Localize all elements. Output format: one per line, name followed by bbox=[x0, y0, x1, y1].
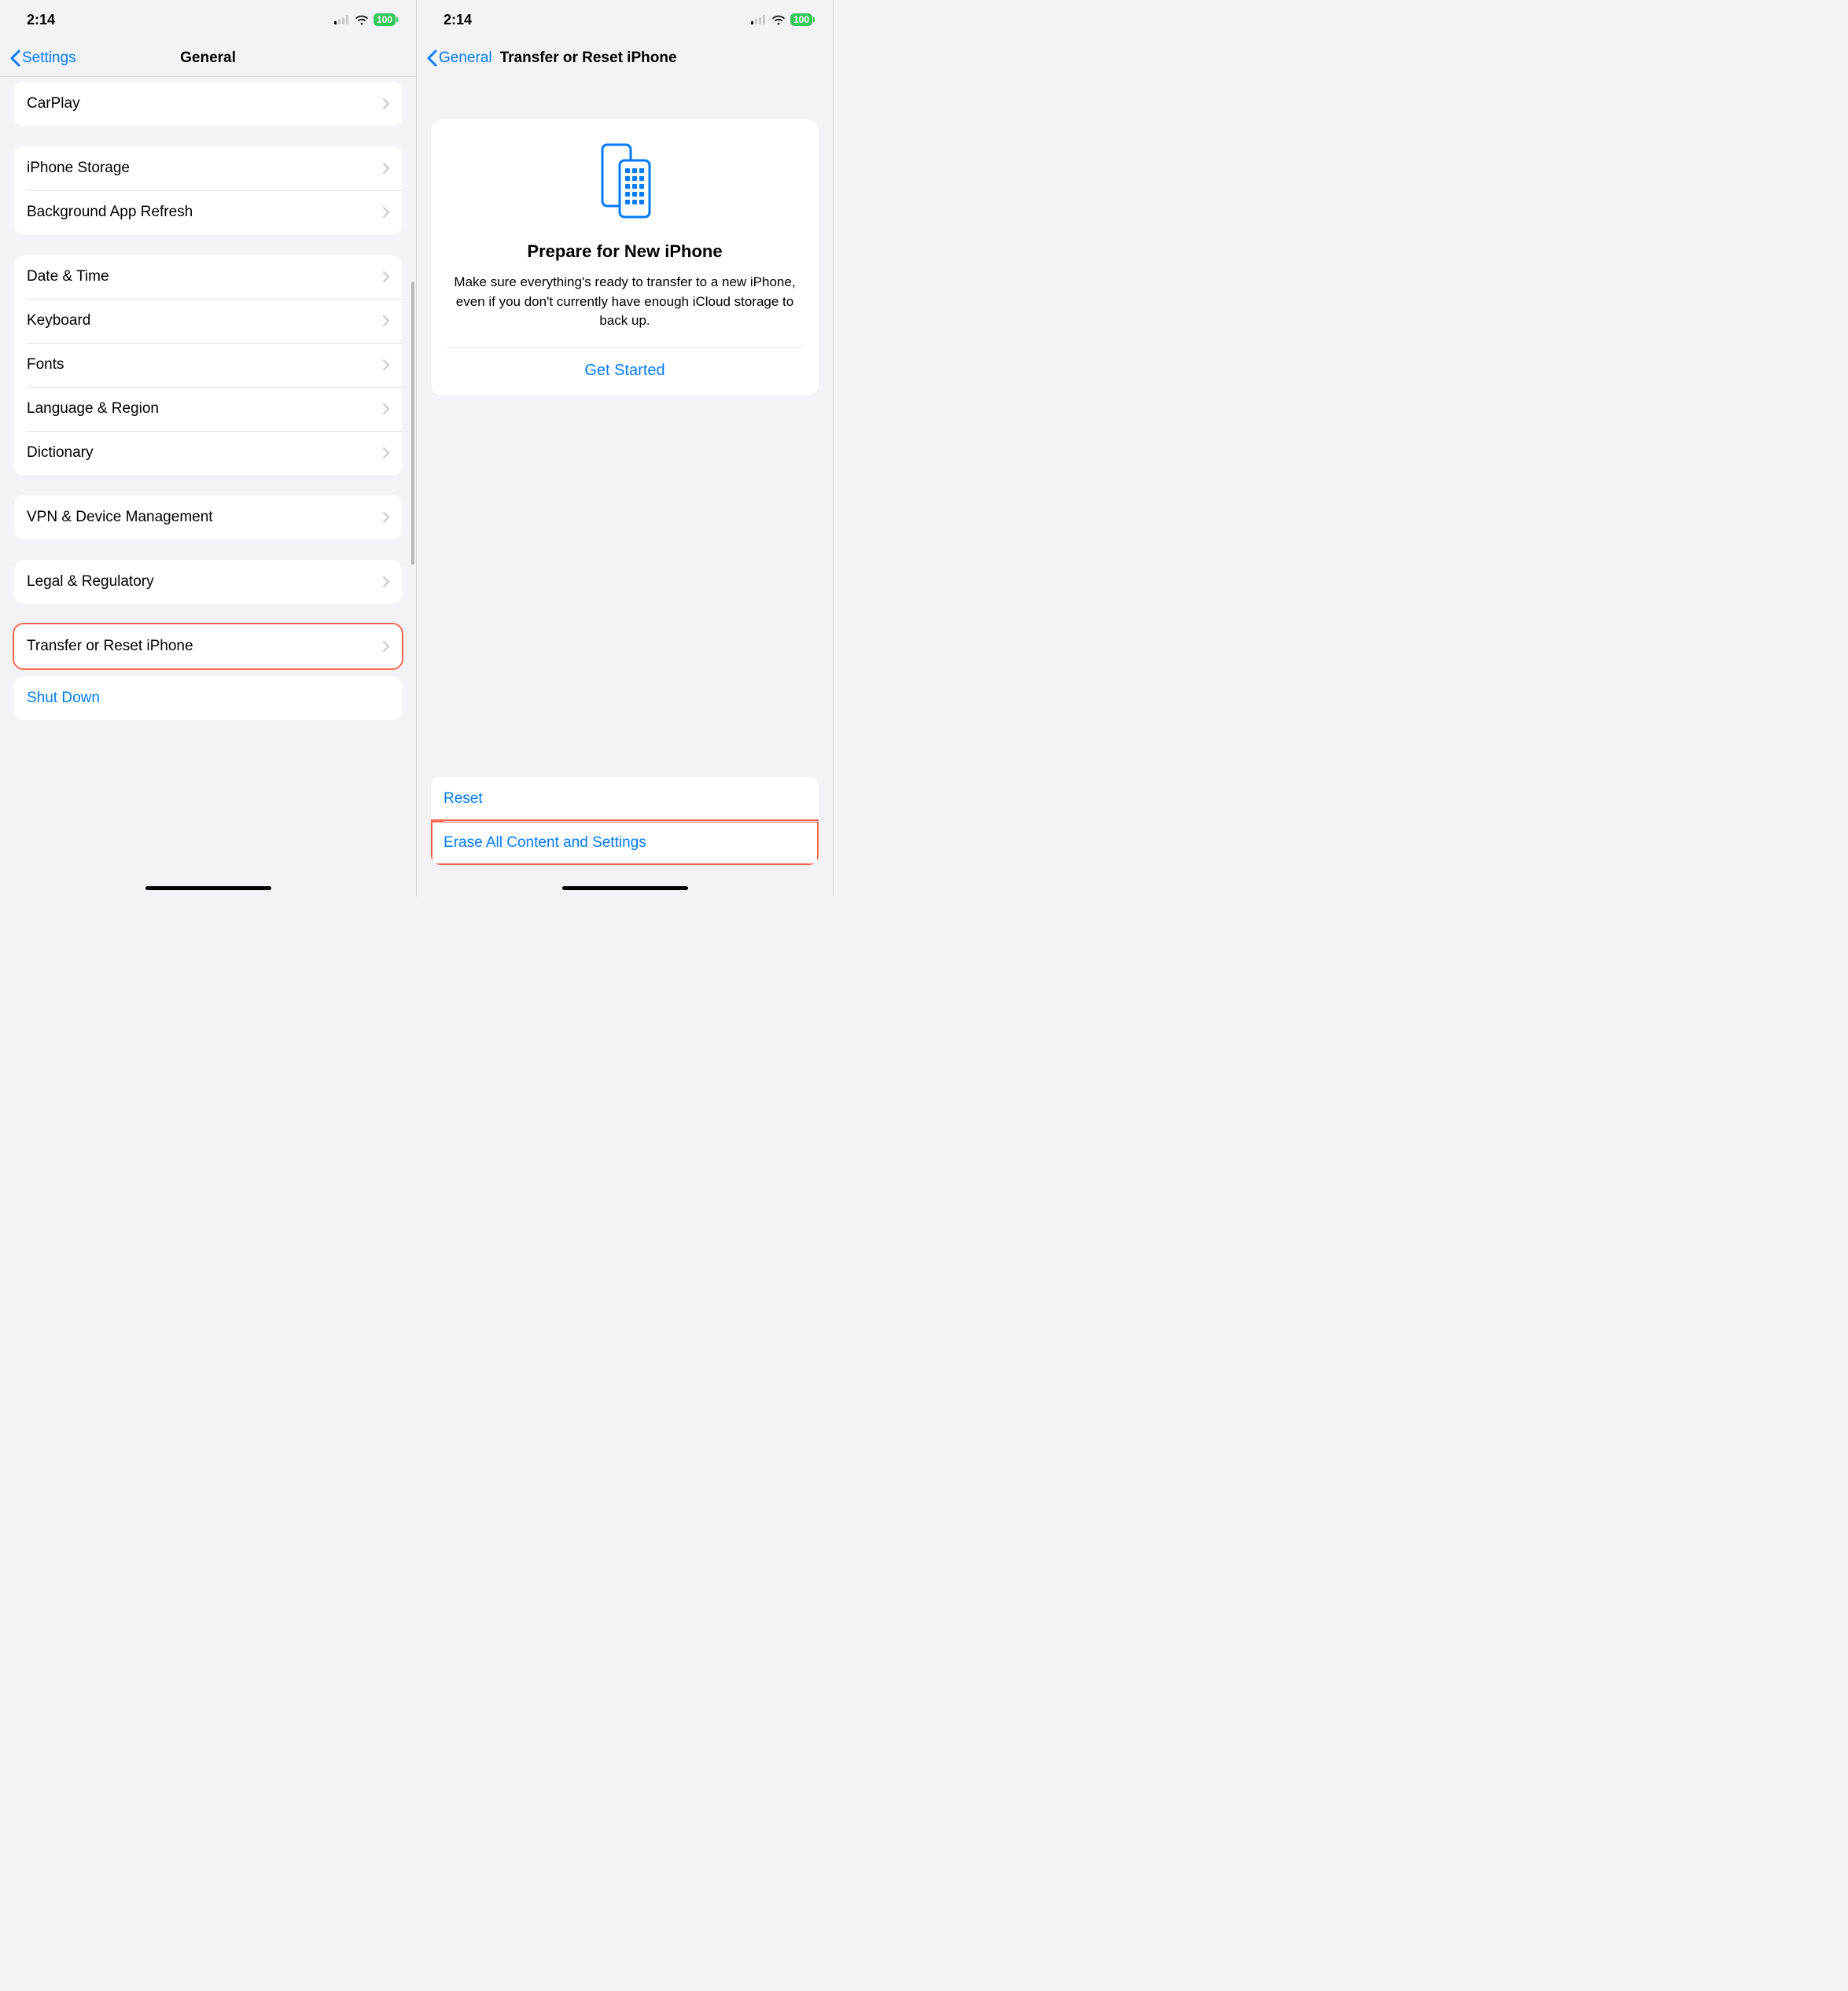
wifi-icon bbox=[355, 15, 369, 25]
chevron-right-icon bbox=[383, 512, 389, 523]
status-icons: 100 bbox=[751, 13, 812, 26]
back-button[interactable]: General bbox=[426, 50, 492, 67]
group-legal: Legal & Regulatory bbox=[14, 560, 402, 604]
row-label: CarPlay bbox=[27, 95, 80, 112]
general-settings-screen: 2:14 100 Settings General CarPlay bbox=[0, 0, 417, 896]
chevron-right-icon bbox=[383, 207, 389, 218]
settings-list[interactable]: CarPlay iPhone Storage Background App Re… bbox=[0, 77, 416, 896]
row-vpn-device-management[interactable]: VPN & Device Management bbox=[14, 495, 402, 539]
chevron-left-icon bbox=[426, 50, 437, 67]
page-title: General bbox=[180, 50, 236, 67]
transfer-reset-content: Prepare for New iPhone Make sure everyth… bbox=[417, 77, 833, 896]
prepare-new-iphone-card: Prepare for New iPhone Make sure everyth… bbox=[431, 120, 819, 396]
scrollbar[interactable] bbox=[411, 282, 414, 565]
card-heading: Prepare for New iPhone bbox=[447, 241, 803, 262]
row-label: Date & Time bbox=[27, 268, 109, 285]
group-reset-actions: Reset Erase All Content and Settings bbox=[431, 777, 819, 865]
row-dictionary[interactable]: Dictionary bbox=[14, 431, 402, 475]
row-label: Fonts bbox=[27, 356, 64, 374]
row-carplay[interactable]: CarPlay bbox=[14, 82, 402, 126]
nav-header: Settings General bbox=[0, 39, 416, 77]
battery-indicator: 100 bbox=[790, 13, 812, 26]
back-button[interactable]: Settings bbox=[9, 50, 76, 67]
group-transfer-reset: Transfer or Reset iPhone bbox=[14, 624, 402, 668]
status-time: 2:14 bbox=[27, 12, 55, 28]
home-indicator[interactable] bbox=[562, 886, 688, 890]
row-label: Legal & Regulatory bbox=[27, 573, 154, 591]
content-area: CarPlay iPhone Storage Background App Re… bbox=[0, 77, 416, 896]
row-label: Shut Down bbox=[27, 690, 100, 707]
home-indicator[interactable] bbox=[145, 886, 271, 890]
row-shut-down[interactable]: Shut Down bbox=[14, 676, 402, 720]
content-area: Prepare for New iPhone Make sure everyth… bbox=[417, 77, 833, 896]
status-bar: 2:14 100 bbox=[417, 0, 833, 39]
row-iphone-storage[interactable]: iPhone Storage bbox=[14, 146, 402, 190]
row-label: Keyboard bbox=[27, 312, 90, 329]
cellular-signal-icon bbox=[334, 15, 350, 24]
group-shutdown: Shut Down bbox=[14, 676, 402, 720]
cellular-signal-icon bbox=[751, 15, 767, 24]
chevron-left-icon bbox=[9, 50, 20, 67]
row-label: Background App Refresh bbox=[27, 204, 193, 221]
row-label: Language & Region bbox=[27, 400, 159, 418]
back-label: General bbox=[439, 50, 492, 67]
chevron-right-icon bbox=[383, 315, 389, 326]
chevron-right-icon bbox=[383, 641, 389, 652]
bottom-actions: Reset Erase All Content and Settings bbox=[431, 777, 819, 865]
row-transfer-or-reset-iphone[interactable]: Transfer or Reset iPhone bbox=[14, 624, 402, 668]
back-label: Settings bbox=[22, 50, 76, 67]
group-storage: iPhone Storage Background App Refresh bbox=[14, 146, 402, 234]
chevron-right-icon bbox=[383, 403, 389, 414]
page-title: Transfer or Reset iPhone bbox=[500, 50, 677, 67]
chevron-right-icon bbox=[383, 359, 389, 370]
get-started-button[interactable]: Get Started bbox=[447, 348, 803, 396]
row-reset[interactable]: Reset bbox=[431, 777, 819, 821]
group-carplay: CarPlay bbox=[14, 82, 402, 126]
chevron-right-icon bbox=[383, 271, 389, 282]
transfer-reset-screen: 2:14 100 General Transfer or Reset iPhon… bbox=[417, 0, 834, 896]
chevron-right-icon bbox=[383, 98, 389, 109]
row-language-region[interactable]: Language & Region bbox=[14, 387, 402, 431]
row-label: VPN & Device Management bbox=[27, 509, 213, 526]
row-label: Transfer or Reset iPhone bbox=[27, 638, 193, 655]
card-body: Make sure everything's ready to transfer… bbox=[447, 273, 803, 331]
status-time: 2:14 bbox=[444, 12, 472, 28]
row-date-time[interactable]: Date & Time bbox=[14, 255, 402, 299]
group-vpn: VPN & Device Management bbox=[14, 495, 402, 539]
row-label: iPhone Storage bbox=[27, 160, 130, 177]
row-label: Dictionary bbox=[27, 444, 93, 462]
nav-header: General Transfer or Reset iPhone bbox=[417, 39, 833, 77]
chevron-right-icon bbox=[383, 447, 389, 458]
row-label: Reset bbox=[444, 790, 483, 808]
iphone-transfer-icon bbox=[598, 142, 653, 224]
row-erase-all-content-and-settings[interactable]: Erase All Content and Settings bbox=[431, 821, 819, 865]
row-label: Erase All Content and Settings bbox=[444, 834, 646, 852]
group-localization: Date & Time Keyboard Fonts Language & Re… bbox=[14, 255, 402, 475]
status-icons: 100 bbox=[334, 13, 396, 26]
row-fonts[interactable]: Fonts bbox=[14, 343, 402, 387]
row-keyboard[interactable]: Keyboard bbox=[14, 299, 402, 343]
chevron-right-icon bbox=[383, 163, 389, 174]
status-bar: 2:14 100 bbox=[0, 0, 416, 39]
wifi-icon bbox=[771, 15, 786, 25]
battery-indicator: 100 bbox=[374, 13, 396, 26]
chevron-right-icon bbox=[383, 576, 389, 587]
row-background-app-refresh[interactable]: Background App Refresh bbox=[14, 190, 402, 234]
row-legal-regulatory[interactable]: Legal & Regulatory bbox=[14, 560, 402, 604]
